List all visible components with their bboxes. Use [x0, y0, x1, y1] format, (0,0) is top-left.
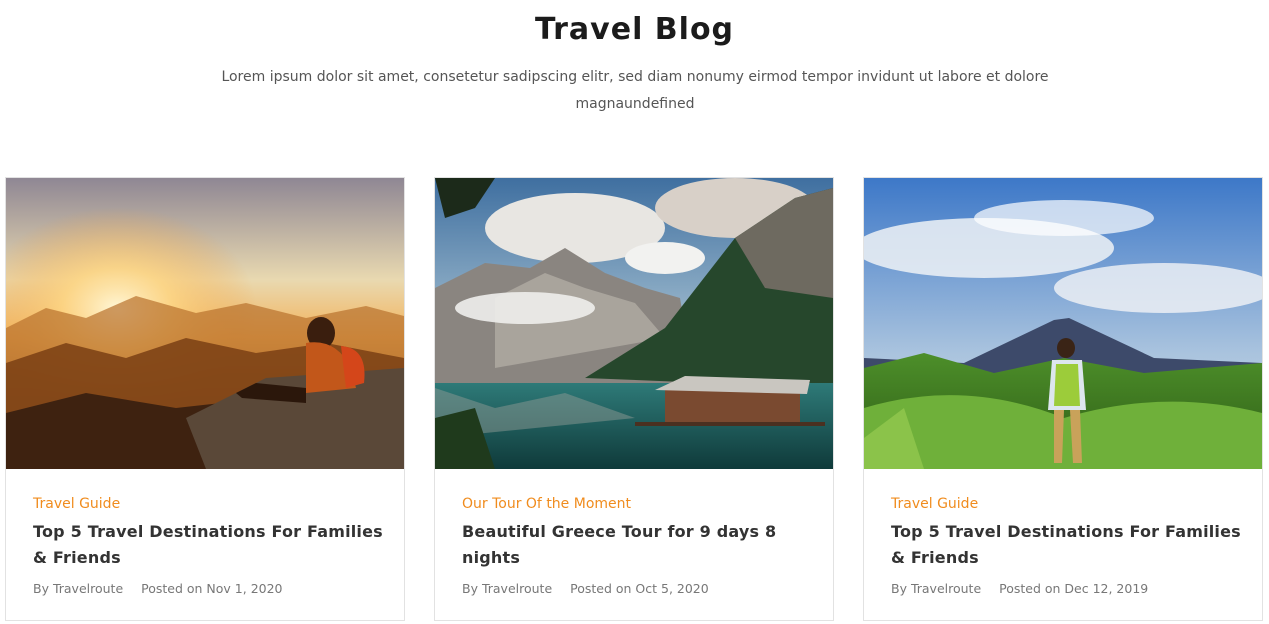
card-body: Our Tour Of the Moment Beautiful Greece … [462, 494, 813, 571]
post-title[interactable]: Beautiful Greece Tour for 9 days 8 night… [462, 519, 813, 571]
post-meta: By Travelroute Posted on Oct 5, 2020 [462, 581, 709, 596]
blog-card[interactable]: Travel Guide Top 5 Travel Destinations F… [863, 177, 1263, 621]
hiker-volcano-valley-photo[interactable] [864, 178, 1262, 469]
post-date: Posted on Dec 12, 2019 [999, 581, 1149, 596]
post-meta: By Travelroute Posted on Dec 12, 2019 [891, 581, 1148, 596]
post-category[interactable]: Our Tour Of the Moment [462, 494, 813, 514]
card-body: Travel Guide Top 5 Travel Destinations F… [891, 494, 1242, 571]
post-author[interactable]: By Travelroute [891, 581, 981, 596]
post-meta: By Travelroute Posted on Nov 1, 2020 [33, 581, 283, 596]
hiker-sunset-mountain-photo[interactable] [6, 178, 404, 469]
mountain-lake-cabin-photo[interactable] [435, 178, 833, 469]
post-date: Posted on Oct 5, 2020 [570, 581, 709, 596]
blog-card[interactable]: Our Tour Of the Moment Beautiful Greece … [434, 177, 834, 621]
post-category[interactable]: Travel Guide [891, 494, 1242, 514]
card-body: Travel Guide Top 5 Travel Destinations F… [33, 494, 384, 571]
page-title: Travel Blog [534, 12, 735, 47]
post-title[interactable]: Top 5 Travel Destinations For Families &… [33, 519, 384, 571]
post-author[interactable]: By Travelroute [33, 581, 123, 596]
post-title[interactable]: Top 5 Travel Destinations For Families &… [891, 519, 1242, 571]
post-category[interactable]: Travel Guide [33, 494, 384, 514]
page-subtitle: Lorem ipsum dolor sit amet, consetetur s… [221, 69, 1049, 112]
post-author[interactable]: By Travelroute [462, 581, 552, 596]
post-date: Posted on Nov 1, 2020 [141, 581, 283, 596]
blog-card[interactable]: Travel Guide Top 5 Travel Destinations F… [5, 177, 405, 621]
